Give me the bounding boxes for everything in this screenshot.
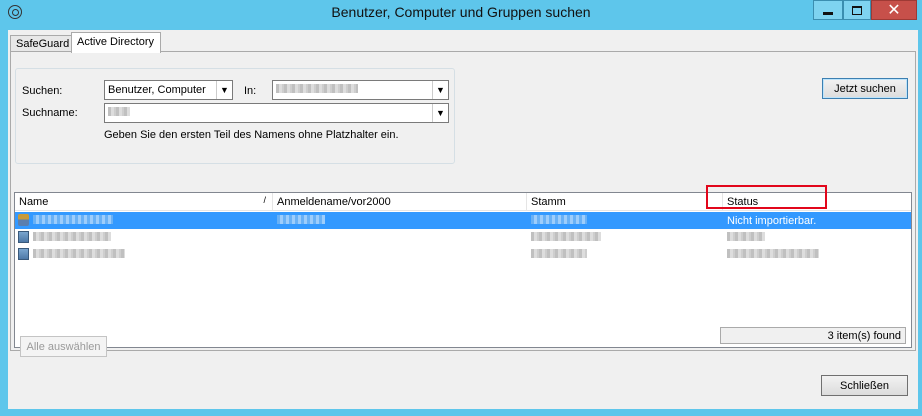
column-header-name[interactable]: Name / <box>15 193 273 211</box>
close-icon: ✕ <box>887 2 901 19</box>
window-title: Benutzer, Computer und Gruppen suchen <box>331 4 591 20</box>
search-now-button[interactable]: Jetzt suchen <box>822 78 908 99</box>
search-criteria-group: Suchen: Benutzer, Computer ▼ In: ▼ Suchn… <box>15 68 455 164</box>
sort-indicator-icon: / <box>263 195 266 205</box>
row-root <box>531 232 601 244</box>
row-name <box>33 249 125 261</box>
search-location-value <box>276 84 358 96</box>
close-button[interactable]: Schließen <box>821 375 908 396</box>
tab-active-directory[interactable]: Active Directory <box>71 32 161 53</box>
maximize-button[interactable] <box>843 0 871 20</box>
chevron-down-icon[interactable]: ▼ <box>432 81 448 99</box>
select-all-button[interactable]: Alle auswählen <box>20 336 107 357</box>
search-name-label: Suchname: <box>22 107 78 119</box>
row-name <box>33 215 113 227</box>
search-type-value: Benutzer, Computer <box>108 84 206 96</box>
search-name-input[interactable]: ▼ <box>104 103 449 123</box>
close-window-button[interactable]: ✕ <box>871 0 917 20</box>
row-name <box>33 232 111 244</box>
row-status <box>727 249 819 261</box>
row-status: Nicht importierbar. <box>727 215 817 227</box>
search-location-dropdown[interactable]: ▼ <box>272 80 449 100</box>
row-root <box>531 249 587 261</box>
minimize-icon <box>823 11 833 15</box>
user-icon <box>18 214 29 226</box>
status-highlight-box <box>706 185 827 209</box>
search-type-dropdown[interactable]: Benutzer, Computer ▼ <box>104 80 233 100</box>
column-header-root[interactable]: Stamm <box>527 193 723 211</box>
computer-icon <box>18 248 29 260</box>
tab-safeguard[interactable]: SafeGuard <box>10 35 72 52</box>
minimize-button[interactable] <box>813 0 843 20</box>
search-type-label: Suchen: <box>22 85 63 97</box>
search-location-label: In: <box>244 85 257 97</box>
results-list: Name / Anmeldename/vor2000 Stamm Status … <box>14 192 912 348</box>
column-header-logon-name[interactable]: Anmeldename/vor2000 <box>273 193 527 211</box>
search-hint-text: Geben Sie den ersten Teil des Namens ohn… <box>104 129 399 141</box>
chevron-down-icon[interactable]: ▼ <box>216 81 232 99</box>
chevron-down-icon[interactable]: ▼ <box>432 104 448 122</box>
title-bar: Benutzer, Computer und Gruppen suchen ✕ <box>0 0 922 26</box>
dialog-window: Benutzer, Computer und Gruppen suchen ✕ … <box>0 0 922 416</box>
dialog-client: SafeGuard Active Directory Suchen: Benut… <box>8 30 918 409</box>
row-logon-name <box>277 215 325 227</box>
computer-icon <box>18 231 29 243</box>
row-root <box>531 215 587 227</box>
table-row[interactable] <box>15 246 911 263</box>
row-status <box>727 232 765 244</box>
results-count: 3 item(s) found <box>720 327 906 344</box>
maximize-icon <box>852 5 862 15</box>
search-name-value <box>108 107 130 119</box>
table-row[interactable] <box>15 229 911 246</box>
table-row[interactable]: Nicht importierbar. <box>15 212 911 229</box>
